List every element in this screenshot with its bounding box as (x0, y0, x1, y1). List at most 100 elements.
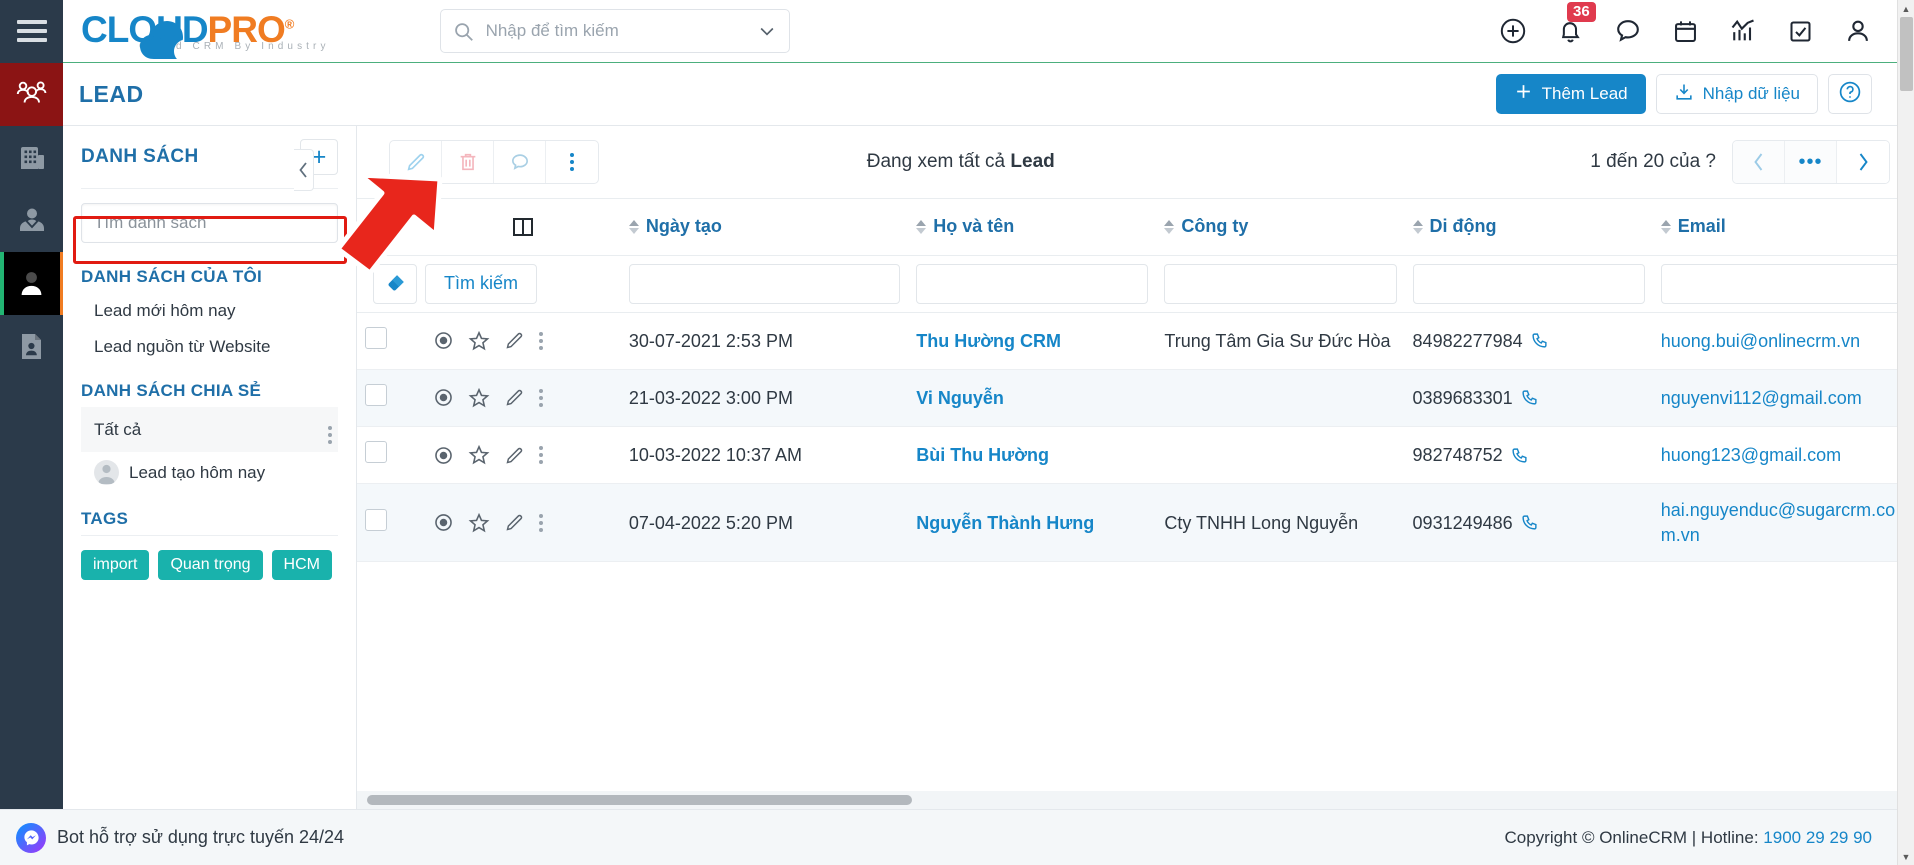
tag-chip[interactable]: import (81, 550, 150, 580)
list-item-label: Tất cả (94, 419, 142, 439)
email-link[interactable]: hai.nguyenduc@sugarcrm.com.vn (1661, 500, 1895, 544)
row-more-icon[interactable] (538, 513, 543, 532)
lead-name-link[interactable]: Thu Hường CRM (916, 331, 1061, 351)
favorite-icon[interactable] (468, 330, 490, 352)
phone-icon[interactable] (1521, 514, 1538, 531)
filter-input-date[interactable] (628, 263, 901, 304)
filter-input-company[interactable] (1164, 263, 1397, 304)
row-checkbox[interactable] (365, 441, 387, 464)
filter-search-button[interactable]: Tìm kiếm (425, 263, 537, 304)
scroll-down-icon[interactable]: ▼ (1898, 848, 1914, 865)
column-header-date[interactable]: Ngày tạo (620, 199, 909, 256)
column-header-company[interactable]: Công ty (1156, 199, 1405, 256)
table-row[interactable]: 10-03-2022 10:37 AM Bùi Thu Hường 982748… (357, 427, 1914, 484)
edit-icon[interactable] (504, 512, 525, 533)
edit-button[interactable] (390, 141, 442, 183)
filter-input-email[interactable] (1660, 263, 1906, 304)
column-header-email[interactable]: Email (1652, 199, 1914, 256)
view-icon[interactable] (433, 330, 454, 351)
help-button[interactable] (1828, 74, 1872, 114)
email-link[interactable]: huong.bui@onlinecrm.vn (1661, 331, 1860, 351)
row-checkbox[interactable] (365, 383, 387, 406)
select-all-checkbox[interactable] (365, 213, 387, 236)
clear-filter-button[interactable] (373, 263, 417, 304)
plus-circle-icon[interactable] (1499, 17, 1527, 45)
table-row[interactable]: 30-07-2021 2:53 PM Thu Hường CRM Trung T… (357, 312, 1914, 370)
column-chooser-icon[interactable] (433, 216, 613, 238)
delete-button[interactable] (442, 141, 494, 183)
view-icon[interactable] (433, 387, 454, 408)
tag-chip[interactable]: Quan trọng (158, 550, 263, 580)
eraser-icon (387, 275, 404, 291)
analytics-icon[interactable] (1729, 17, 1757, 45)
comment-button[interactable] (494, 141, 546, 183)
more-actions-button[interactable] (546, 141, 598, 183)
collapse-panel-button[interactable] (294, 149, 314, 191)
cell-company (1156, 369, 1405, 427)
horizontal-scrollbar-thumb[interactable] (367, 795, 912, 805)
chat-icon[interactable] (1614, 17, 1642, 45)
phone-icon[interactable] (1511, 447, 1528, 464)
row-checkbox[interactable] (365, 326, 387, 349)
table-row[interactable]: 21-03-2022 3:00 PM Vi Nguyễn 0389683301 (357, 369, 1914, 427)
lead-name-link[interactable]: Vi Nguyễn (916, 388, 1004, 408)
list-item[interactable]: Lead mới hôm nay (81, 293, 338, 329)
global-search[interactable] (439, 9, 790, 53)
edit-icon[interactable] (504, 387, 525, 408)
next-page-button[interactable] (1837, 141, 1889, 183)
user-icon[interactable] (1844, 17, 1872, 45)
scroll-up-icon[interactable]: ▲ (1898, 0, 1914, 17)
window-scrollbar[interactable]: ▲ ▼ (1897, 0, 1914, 865)
tag-chip[interactable]: HCM (271, 550, 332, 580)
more-icon[interactable] (328, 415, 338, 444)
lead-name-link[interactable]: Bùi Thu Hường (916, 445, 1049, 465)
calendar-icon[interactable] (1672, 18, 1699, 45)
brand-logo[interactable]: CLOUDPRO® Cloud CRM By Industry (81, 11, 330, 59)
row-more-icon[interactable] (538, 388, 543, 407)
row-more-icon[interactable] (538, 446, 543, 465)
avatar (94, 460, 119, 485)
rail-item-accounts[interactable] (0, 126, 63, 189)
list-panel: DANH SÁCH + DANH SÁCH CỦA TÔI Lead mới h… (63, 126, 357, 809)
rail-item-employees[interactable] (0, 189, 63, 252)
more-pages-button[interactable]: ••• (1785, 141, 1837, 183)
rail-item-contacts[interactable] (0, 63, 63, 126)
column-header-mobile[interactable]: Di động (1404, 199, 1653, 256)
filter-input-name[interactable] (916, 263, 1149, 304)
view-icon[interactable] (433, 445, 454, 466)
bell-icon[interactable]: 36 (1557, 1, 1596, 45)
lead-name-link[interactable]: Nguyễn Thành Hưng (916, 513, 1094, 533)
list-item[interactable]: Lead nguồn từ Website (81, 329, 338, 365)
column-header-name[interactable]: Họ và tên (908, 199, 1157, 256)
import-data-button[interactable]: Nhập dữ liệu (1655, 74, 1818, 114)
table-row[interactable]: 07-04-2022 5:20 PM Nguyễn Thành Hưng Cty… (357, 483, 1914, 562)
horizontal-scrollbar[interactable] (357, 791, 1914, 809)
row-more-icon[interactable] (538, 331, 543, 350)
email-link[interactable]: nguyenvi112@gmail.com (1661, 388, 1862, 408)
favorite-icon[interactable] (468, 387, 490, 409)
favorite-icon[interactable] (468, 512, 490, 534)
email-link[interactable]: huong123@gmail.com (1661, 445, 1841, 465)
phone-icon[interactable] (1531, 332, 1548, 349)
edit-icon[interactable] (504, 445, 525, 466)
prev-page-button[interactable] (1733, 141, 1785, 183)
filter-input-mobile[interactable] (1412, 263, 1645, 304)
view-icon[interactable] (433, 512, 454, 533)
chevron-down-icon[interactable] (757, 21, 777, 41)
rail-item-documents[interactable] (0, 315, 63, 378)
menu-toggle-button[interactable] (0, 0, 63, 63)
scrollbar-thumb[interactable] (1899, 17, 1913, 91)
task-icon[interactable] (1787, 18, 1814, 45)
rail-item-leads[interactable] (0, 252, 63, 315)
phone-icon[interactable] (1521, 389, 1538, 406)
list-item[interactable]: Lead tạo hôm nay (81, 452, 338, 493)
row-checkbox[interactable] (365, 508, 387, 531)
edit-icon[interactable] (504, 330, 525, 351)
favorite-icon[interactable] (468, 444, 490, 466)
search-input[interactable] (483, 20, 757, 42)
support-bot-button[interactable]: Bot hỗ trợ sử dụng trực tuyến 24/24 (16, 822, 344, 853)
list-item-all[interactable]: Tất cả (81, 407, 338, 452)
add-lead-button[interactable]: Thêm Lead (1495, 74, 1646, 114)
list-search-input[interactable] (81, 203, 338, 243)
hotline-link[interactable]: 1900 29 29 90 (1763, 828, 1872, 847)
